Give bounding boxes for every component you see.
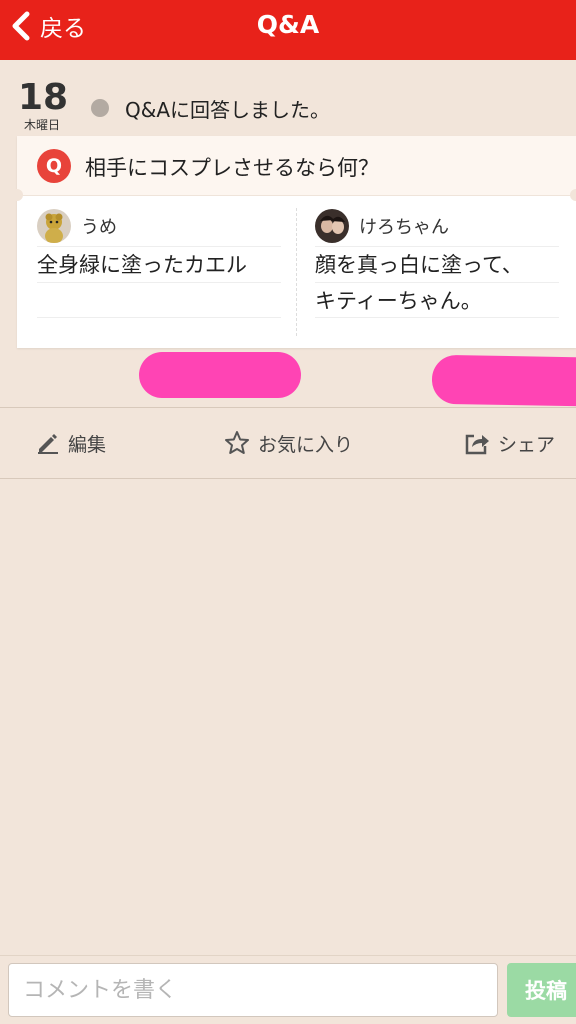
share-label: シェア <box>498 433 556 456</box>
answer-text-line: 顔を真っ白に塗って、 <box>315 246 559 282</box>
answer-text-line <box>37 282 281 318</box>
action-bar: 編集 お気に入り シェア <box>0 407 576 479</box>
qa-card[interactable]: Q 相手にコスプレさせるなら何？ うめ 全身緑に塗ったカエル けろちゃん 顔を真… <box>11 136 576 348</box>
date-block: 18 木曜日 <box>18 77 69 133</box>
page-title: Q&A <box>256 10 320 39</box>
date-day: 18 <box>18 77 69 118</box>
timeline-dot <box>91 99 109 117</box>
star-icon <box>225 431 249 454</box>
answer-user: うめ <box>37 206 281 246</box>
comment-bar: 投稿 <box>0 955 576 1024</box>
redaction-mark <box>431 354 576 407</box>
date-weekday: 木曜日 <box>23 118 60 132</box>
favorite-label: お気に入り <box>258 433 354 456</box>
share-button[interactable]: シェア <box>464 428 555 458</box>
navigation-bar: 戻る Q&A <box>0 0 576 60</box>
edit-button[interactable]: 編集 <box>36 428 106 458</box>
answer-username: けろちゃん <box>359 217 449 238</box>
comment-input[interactable] <box>8 963 498 1017</box>
question-badge: Q <box>37 149 71 183</box>
answer-user: けろちゃん <box>315 206 559 246</box>
activity-text: Q&Aに回答しました。 <box>125 98 331 122</box>
post-button[interactable]: 投稿 <box>507 963 576 1017</box>
answer-divider <box>296 208 297 336</box>
favorite-button[interactable]: お気に入り <box>224 428 353 458</box>
redaction-mark <box>139 352 301 398</box>
answer-item: うめ 全身緑に塗ったカエル <box>37 206 281 341</box>
card-notch-right <box>570 189 576 201</box>
answer-username: うめ <box>81 217 117 238</box>
edit-label: 編集 <box>68 433 107 456</box>
answer-text-line: 全身緑に塗ったカエル <box>37 246 281 282</box>
question-header: Q 相手にコスプレさせるなら何？ <box>17 136 576 196</box>
card-notch-left <box>11 189 23 201</box>
pencil-icon <box>38 434 58 454</box>
answer-text-line: キティーちゃん。 <box>315 282 559 318</box>
answer-item: けろちゃん 顔を真っ白に塗って、 キティーちゃん。 <box>315 206 559 341</box>
share-icon <box>465 434 489 455</box>
avatar <box>315 209 349 243</box>
avatar <box>37 209 71 243</box>
question-text: 相手にコスプレさせるなら何？ <box>85 156 379 180</box>
